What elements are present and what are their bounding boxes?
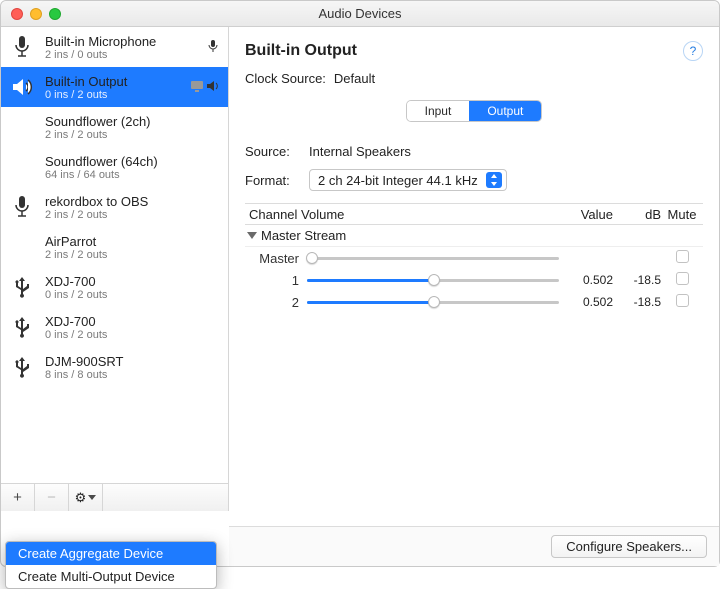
device-io-count: 2 ins / 2 outs [45, 129, 212, 141]
default-input-icon [206, 39, 220, 56]
mute-checkbox[interactable] [676, 294, 689, 307]
master-stream-label: Master Stream [261, 228, 346, 243]
system-output-icon [190, 79, 204, 96]
device-io-count: 2 ins / 2 outs [45, 209, 212, 221]
usb-icon [7, 275, 37, 299]
device-name: DJM-900SRT [45, 354, 212, 369]
col-mute: Mute [661, 207, 703, 222]
sidebar-device-item[interactable]: Built-in Microphone2 ins / 0 outs [1, 27, 228, 67]
sidebar-device-item[interactable]: DJM-900SRT8 ins / 8 outs [1, 347, 228, 387]
channel-db: -18.5 [613, 273, 661, 287]
device-io-count: 0 ins / 2 outs [45, 89, 182, 101]
device-list: Built-in Microphone2 ins / 0 outsBuilt-i… [1, 27, 228, 483]
device-details-panel: Built-in Output ? Clock Source: Default … [229, 27, 719, 511]
menu-item[interactable]: Create Aggregate Device [6, 542, 216, 565]
configure-speakers-button[interactable]: Configure Speakers... [551, 535, 707, 558]
channel-row: 2 0.502-18.5 [245, 291, 703, 313]
volume-slider[interactable] [307, 295, 559, 309]
volume-slider[interactable] [307, 273, 559, 287]
device-name: Soundflower (2ch) [45, 114, 212, 129]
actions-menu-button[interactable]: ⚙ [69, 484, 103, 511]
mute-checkbox[interactable] [676, 272, 689, 285]
device-name: Soundflower (64ch) [45, 154, 212, 169]
format-label: Format: [245, 173, 301, 188]
volume-slider[interactable] [307, 251, 559, 265]
add-device-menu: Create Aggregate DeviceCreate Multi-Outp… [5, 541, 217, 589]
device-title: Built-in Output [245, 42, 675, 60]
col-channel: Channel Volume [245, 207, 559, 222]
window-controls [11, 8, 61, 20]
format-select[interactable]: 2 ch 24-bit Integer 44.1 kHz [309, 169, 507, 191]
channel-row: 1 0.502-18.5 [245, 269, 703, 291]
channel-value: 0.502 [559, 273, 613, 287]
device-io-count: 64 ins / 64 outs [45, 169, 212, 181]
channel-label: Master [247, 251, 307, 266]
device-name: AirParrot [45, 234, 212, 249]
source-value: Internal Speakers [309, 144, 411, 159]
channel-label: 2 [247, 295, 307, 310]
sidebar-device-item[interactable]: AirParrot2 ins / 2 outs [1, 227, 228, 267]
chevron-up-down-icon [486, 172, 502, 188]
sidebar-device-item[interactable]: Built-in Output0 ins / 2 outs [1, 67, 228, 107]
io-tabs: Input Output [406, 100, 543, 122]
details-footer: Configure Speakers... [229, 526, 719, 566]
device-io-count: 0 ins / 2 outs [45, 329, 212, 341]
minimize-icon[interactable] [30, 8, 42, 20]
sidebar-device-item[interactable]: Soundflower (2ch)2 ins / 2 outs [1, 107, 228, 147]
disclosure-triangle-icon[interactable] [247, 232, 257, 239]
clock-source-value: Default [334, 71, 375, 86]
sidebar-device-item[interactable]: XDJ-7000 ins / 2 outs [1, 307, 228, 347]
help-button[interactable]: ? [683, 41, 703, 61]
device-io-count: 0 ins / 2 outs [45, 289, 212, 301]
sidebar-device-item[interactable]: XDJ-7000 ins / 2 outs [1, 267, 228, 307]
device-name: rekordbox to OBS [45, 194, 212, 209]
sidebar-toolbar: + − ⚙ [1, 483, 228, 511]
channel-row: Master [245, 247, 703, 269]
usb-icon [7, 355, 37, 379]
device-name: Built-in Output [45, 74, 182, 89]
format-value: 2 ch 24-bit Integer 44.1 kHz [318, 173, 478, 188]
channel-table-header: Channel Volume Value dB Mute [245, 203, 703, 225]
sidebar-device-item[interactable]: rekordbox to OBS2 ins / 2 outs [1, 187, 228, 227]
channel-db: -18.5 [613, 295, 661, 309]
titlebar: Audio Devices [1, 1, 719, 27]
mic-icon [7, 35, 37, 59]
channel-value: 0.502 [559, 295, 613, 309]
mute-checkbox[interactable] [676, 250, 689, 263]
tab-output[interactable]: Output [469, 101, 541, 121]
col-value: Value [559, 207, 613, 222]
default-output-icon [206, 79, 220, 96]
device-io-count: 2 ins / 2 outs [45, 249, 212, 261]
window-title: Audio Devices [318, 6, 401, 21]
close-icon[interactable] [11, 8, 23, 20]
device-io-count: 8 ins / 8 outs [45, 369, 212, 381]
device-io-count: 2 ins / 0 outs [45, 49, 198, 61]
device-name: Built-in Microphone [45, 34, 198, 49]
tab-input[interactable]: Input [407, 101, 470, 121]
channel-label: 1 [247, 273, 307, 288]
clock-source-label: Clock Source: [245, 71, 326, 86]
master-stream-row[interactable]: Master Stream [245, 225, 703, 247]
device-sidebar: Built-in Microphone2 ins / 0 outsBuilt-i… [1, 27, 229, 511]
menu-item[interactable]: Create Multi-Output Device [6, 565, 216, 588]
col-db: dB [613, 207, 661, 222]
add-device-button[interactable]: + [1, 484, 35, 511]
sidebar-device-item[interactable]: Soundflower (64ch)64 ins / 64 outs [1, 147, 228, 187]
gear-icon: ⚙ [75, 490, 87, 506]
usb-icon [7, 315, 37, 339]
audio-midi-setup-window: Audio Devices Built-in Microphone2 ins /… [0, 0, 720, 567]
mic-icon [7, 195, 37, 219]
speaker-icon [7, 76, 37, 98]
remove-device-button[interactable]: − [35, 484, 69, 511]
device-name: XDJ-700 [45, 274, 212, 289]
device-name: XDJ-700 [45, 314, 212, 329]
zoom-icon[interactable] [49, 8, 61, 20]
source-label: Source: [245, 144, 301, 159]
